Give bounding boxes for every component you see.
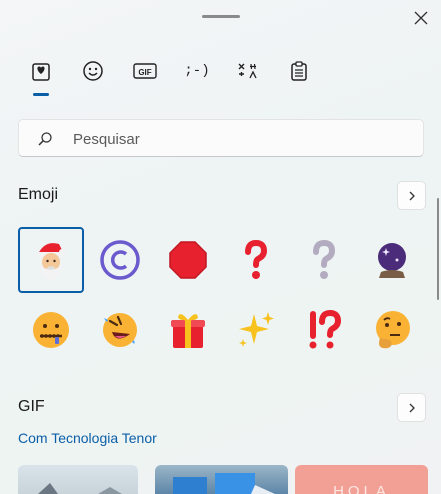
emoji-copyright[interactable] bbox=[87, 227, 153, 293]
sparkles-icon bbox=[239, 312, 274, 347]
active-tab-indicator bbox=[33, 93, 49, 96]
gif-thumbnail-1-image bbox=[38, 483, 122, 494]
gif-thumbnail-2[interactable] bbox=[155, 465, 288, 494]
tab-emoji[interactable] bbox=[77, 55, 109, 87]
tab-favorites[interactable] bbox=[25, 55, 57, 87]
copyright-icon bbox=[100, 240, 140, 280]
gif-thumbnail-2-image bbox=[173, 473, 275, 494]
tenor-attribution-link[interactable]: Com Tecnologia Tenor bbox=[18, 430, 157, 446]
tab-kaomoji[interactable]: ;-) bbox=[181, 55, 213, 87]
tab-clipboard[interactable] bbox=[283, 55, 315, 87]
red-question-mark-icon bbox=[245, 239, 268, 279]
emoji-stop-sign[interactable] bbox=[155, 227, 221, 293]
stop-sign-icon bbox=[169, 241, 207, 279]
tab-symbols[interactable] bbox=[231, 55, 263, 87]
clipboard-icon bbox=[291, 61, 307, 81]
chevron-right-icon bbox=[409, 191, 415, 200]
emoji-see-more-button[interactable] bbox=[397, 181, 426, 210]
tab-gif[interactable]: GIF bbox=[129, 55, 161, 87]
crystal-ball-icon bbox=[378, 243, 406, 278]
emoji-exclamation-question-mark[interactable] bbox=[291, 297, 357, 363]
gif-thumbnail-1[interactable] bbox=[18, 465, 138, 494]
emoji-white-question-mark[interactable] bbox=[291, 227, 357, 293]
thinking-face-icon bbox=[376, 311, 410, 349]
search-input[interactable] bbox=[71, 128, 405, 150]
gif-section-title: GIF bbox=[18, 398, 45, 415]
emoji-red-question-mark[interactable] bbox=[223, 227, 289, 293]
drag-handle[interactable] bbox=[202, 15, 240, 18]
gif-thumbnail-3-text: HOLA bbox=[333, 483, 390, 494]
search-icon bbox=[38, 132, 52, 146]
rolling-laughing-icon bbox=[103, 313, 137, 347]
zipper-mouth-face-icon bbox=[33, 312, 69, 348]
gif-thumbnail-3[interactable]: HOLA bbox=[295, 465, 428, 494]
santa-icon bbox=[36, 243, 66, 280]
close-button[interactable] bbox=[410, 7, 432, 29]
smiley-icon bbox=[83, 61, 103, 81]
exclamation-question-icon bbox=[309, 309, 342, 349]
white-question-mark-icon bbox=[313, 239, 336, 279]
gift-icon bbox=[171, 314, 205, 348]
emoji-section-title: Emoji bbox=[18, 186, 59, 203]
emoji-crystal-ball[interactable] bbox=[359, 227, 425, 293]
gif-icon: GIF bbox=[133, 63, 157, 79]
gif-tab-label: GIF bbox=[138, 68, 151, 77]
search-box[interactable] bbox=[18, 119, 424, 157]
emoji-santa[interactable] bbox=[18, 227, 84, 293]
scrollbar[interactable] bbox=[437, 198, 439, 300]
emoji-wrapped-gift[interactable] bbox=[155, 297, 221, 363]
chevron-right-icon bbox=[409, 403, 415, 412]
emoji-zipper-mouth-face[interactable] bbox=[18, 297, 84, 363]
emoji-rolling-on-floor-laughing[interactable] bbox=[87, 297, 153, 363]
close-icon bbox=[414, 11, 428, 25]
gif-see-more-button[interactable] bbox=[397, 393, 426, 422]
symbols-icon bbox=[238, 63, 257, 79]
emoji-sparkles[interactable] bbox=[223, 297, 289, 363]
emoji-thinking-face[interactable] bbox=[359, 297, 425, 363]
kaomoji-icon: ;-) bbox=[184, 63, 210, 79]
heart-clipboard-icon bbox=[32, 63, 50, 81]
